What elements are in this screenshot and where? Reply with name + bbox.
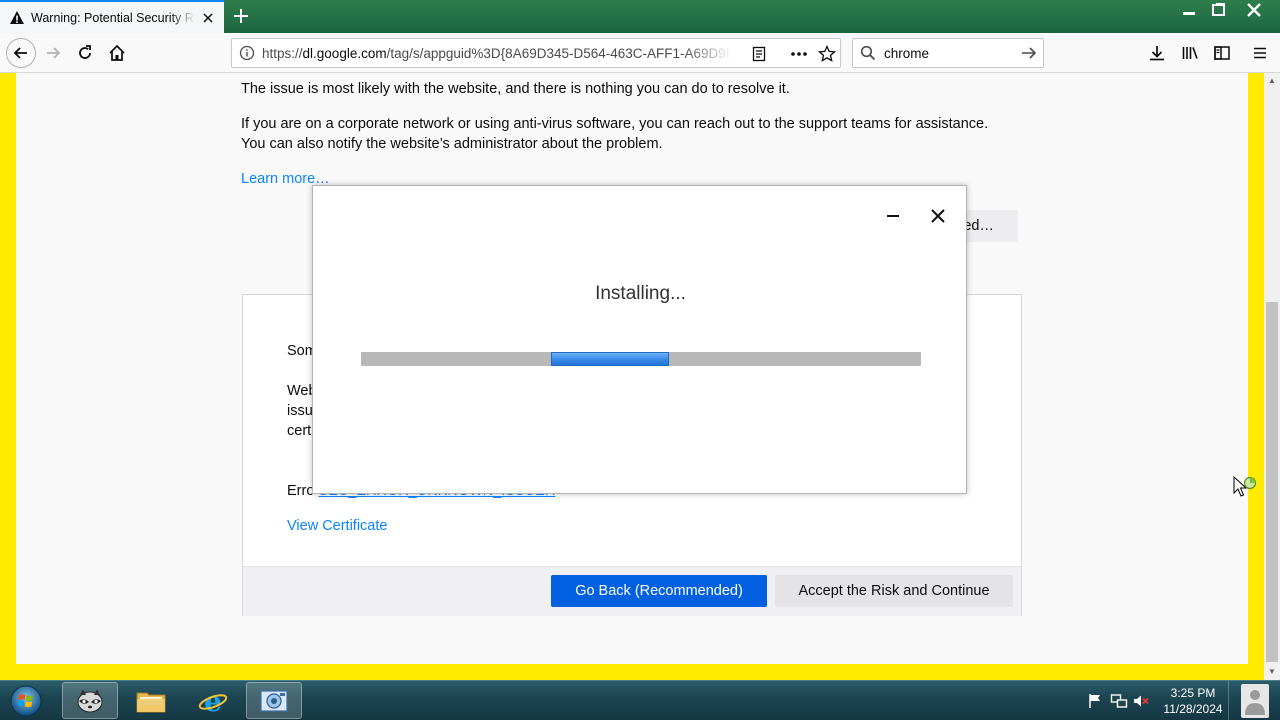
accept-risk-button[interactable]: Accept the Risk and Continue — [775, 575, 1013, 607]
raccoon-icon — [77, 688, 103, 712]
tab-title: Warning: Potential Security Risk Ahead — [31, 10, 195, 25]
tab-security-warning[interactable]: Warning: Potential Security Risk Ahead — [0, 0, 224, 33]
taskbar-internet-explorer[interactable]: e — [185, 682, 241, 719]
url-host: dl.google.com — [302, 45, 387, 61]
clock-time: 3:25 PM — [1170, 686, 1216, 700]
sidebar-icon — [1214, 46, 1230, 60]
sidebar-button[interactable] — [1209, 40, 1235, 66]
installer-progress-fill — [551, 352, 669, 366]
scroll-up-arrow-icon[interactable]: ▲ — [1264, 73, 1280, 89]
search-go-arrow-icon[interactable] — [1020, 44, 1038, 67]
taskbar-raccoon-app[interactable] — [62, 682, 118, 719]
page-frame-right — [1248, 73, 1264, 680]
network-paragraph: If you are on a corporate network or usi… — [241, 114, 1041, 154]
hamburger-menu-icon — [1254, 47, 1266, 59]
bookmark-star-icon[interactable] — [817, 44, 837, 64]
windows-start-orb-icon — [10, 685, 42, 717]
folder-icon — [136, 692, 166, 712]
windows-taskbar: e 3:25 PM 11/28/2024 — [0, 680, 1280, 720]
network-line-2: You can also notify the website’s admini… — [241, 136, 663, 152]
start-button[interactable] — [6, 683, 46, 719]
svg-text:e: e — [204, 686, 222, 716]
view-certificate-link[interactable]: View Certificate — [287, 516, 387, 536]
library-button[interactable] — [1177, 40, 1203, 66]
page-actions-icon[interactable] — [789, 44, 809, 64]
download-icon — [1150, 46, 1164, 61]
advanced-actions-bar: Go Back (Recommended) Accept the Risk an… — [243, 566, 1021, 616]
error-code-label: Erro — [287, 483, 315, 499]
new-tab-button[interactable] — [230, 5, 252, 27]
installer-status-text: Installing... — [595, 283, 686, 304]
mouse-cursor-busy-icon — [1233, 475, 1259, 502]
window-close-button[interactable] — [1234, 0, 1274, 20]
installer-dialog: Installing... — [312, 185, 967, 494]
site-info-icon[interactable] — [232, 39, 262, 67]
search-bar[interactable] — [852, 38, 1044, 68]
user-silhouette-icon — [1241, 684, 1269, 718]
taskbar-file-explorer[interactable] — [123, 682, 179, 719]
browser-titlebar: Warning: Potential Security Risk Ahead — [0, 0, 1280, 33]
library-icon — [1182, 47, 1198, 59]
installer-progress-bar — [361, 352, 921, 366]
reload-button[interactable] — [72, 40, 98, 66]
url-text[interactable]: https://dl.google.com/tag/s/appguid%3D{8… — [262, 46, 732, 61]
window-restore-button[interactable] — [1202, 0, 1236, 20]
reload-icon — [79, 45, 91, 59]
menu-button[interactable] — [1247, 40, 1273, 66]
navigation-toolbar: https://dl.google.com/tag/s/appguid%3D{8… — [0, 33, 1280, 73]
page-frame-left — [0, 73, 16, 680]
show-desktop-button[interactable] — [1228, 681, 1280, 720]
search-input[interactable] — [884, 44, 1014, 62]
installer-minimize-button[interactable] — [883, 206, 903, 226]
issue-paragraph: The issue is most likely with the websit… — [241, 81, 790, 97]
scroll-down-arrow-icon[interactable]: ▼ — [1264, 664, 1280, 680]
installer-close-button[interactable] — [928, 206, 948, 226]
minimize-icon — [887, 215, 899, 217]
taskbar-image-app[interactable] — [246, 682, 302, 719]
image-viewer-icon — [260, 689, 288, 712]
taskbar-clock[interactable]: 3:25 PM 11/28/2024 — [1158, 685, 1228, 717]
downloads-button[interactable] — [1144, 40, 1170, 66]
go-back-button[interactable]: Go Back (Recommended) — [551, 575, 767, 607]
back-button[interactable] — [6, 38, 36, 68]
network-icon[interactable] — [1110, 692, 1128, 710]
search-icon — [860, 45, 876, 66]
reader-view-icon[interactable] — [749, 44, 769, 64]
tab-close-icon[interactable] — [200, 10, 216, 26]
url-prefix: https:// — [262, 45, 303, 61]
back-arrow-icon — [13, 47, 27, 59]
page-frame-bottom — [0, 664, 1264, 680]
forward-arrow-icon — [47, 47, 61, 59]
home-icon — [109, 44, 125, 61]
action-center-flag-icon[interactable] — [1086, 692, 1104, 710]
scrollbar-thumb[interactable] — [1266, 302, 1278, 662]
page-scrollbar[interactable]: ▲ ▼ — [1264, 73, 1280, 680]
forward-button[interactable] — [40, 40, 66, 66]
volume-muted-icon[interactable] — [1132, 692, 1150, 710]
url-path: /tag/s/appguid%3D{8A69D345-D564-463C-AFF… — [386, 45, 732, 61]
network-line-1: If you are on a corporate network or usi… — [241, 116, 989, 132]
home-button[interactable] — [104, 40, 130, 66]
url-bar[interactable]: https://dl.google.com/tag/s/appguid%3D{8… — [231, 38, 841, 68]
close-icon — [931, 209, 945, 223]
internet-explorer-icon: e — [198, 686, 228, 716]
window-minimize-button[interactable] — [1172, 0, 1206, 20]
warning-icon — [9, 10, 25, 26]
clock-date: 11/28/2024 — [1163, 702, 1223, 716]
